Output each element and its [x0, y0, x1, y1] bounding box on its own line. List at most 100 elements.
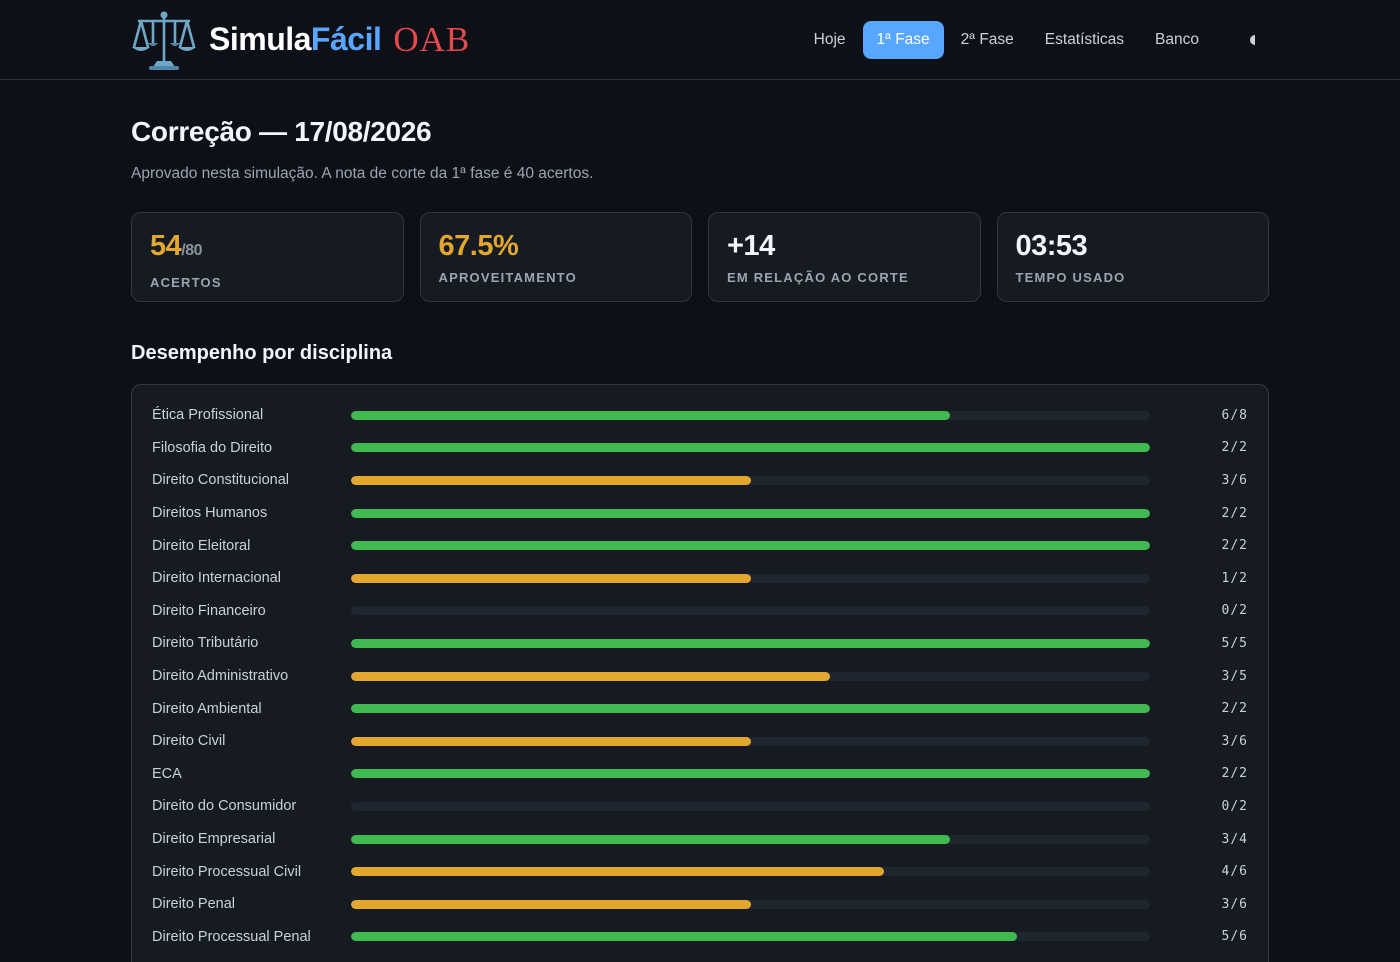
discipline-row: Direito Empresarial 3/4	[152, 823, 1248, 856]
discipline-score: 6/8	[1221, 407, 1248, 423]
discipline-name: Direito Administrativo	[152, 668, 289, 685]
discipline-progress-fill	[351, 899, 751, 909]
discipline-progress-fill	[351, 508, 1150, 518]
discipline-progress-track	[351, 671, 1150, 681]
brand-name-simula: Simula	[209, 21, 311, 57]
discipline-score: 3/5	[1221, 668, 1248, 684]
discipline-row: Direito Penal 3/6	[152, 888, 1248, 921]
section-title-desempenho: Desempenho por disciplina	[131, 342, 393, 364]
scales-of-justice-icon	[132, 11, 196, 70]
discipline-progress-fill	[351, 573, 751, 583]
discipline-name: Direito Tributário	[152, 635, 259, 652]
discipline-progress-fill	[351, 443, 1150, 453]
discipline-name: Direito Civil	[152, 733, 226, 750]
discipline-progress-fill	[351, 541, 1150, 551]
nav-estatisticas[interactable]: Estatísticas	[1031, 21, 1138, 59]
brand-name-oab: OAB	[393, 19, 471, 59]
discipline-name: Direitos Humanos	[152, 505, 268, 522]
nav-1a-fase[interactable]: 1ª Fase	[862, 20, 944, 59]
discipline-row: Direito Eleitoral 2/2	[152, 529, 1248, 562]
discipline-score: 5/6	[1221, 929, 1248, 945]
discipline-row: Direito Processual Penal 5/6	[152, 921, 1248, 954]
discipline-progress-fill	[351, 769, 1150, 779]
brand-logo[interactable]: SimulaFácil OAB	[131, 9, 470, 71]
discipline-score: 3/6	[1221, 896, 1248, 912]
page-title: Correção — 17/08/2026	[131, 116, 432, 147]
discipline-row: Direito Constitucional 3/6	[152, 464, 1248, 497]
stat-aproveitamento-value: 67.5%	[438, 230, 519, 262]
discipline-row: Direito do Consumidor 0/2	[152, 790, 1248, 823]
discipline-row: Direito Civil 3/6	[152, 725, 1248, 758]
discipline-name: Direito Internacional	[152, 570, 281, 587]
discipline-score: 5/5	[1221, 635, 1248, 651]
stat-tempo-value: 03:53	[1015, 230, 1088, 262]
discipline-row: Direito Administrativo 3/5	[152, 660, 1248, 693]
stat-acertos-value: 54/80	[150, 229, 385, 268]
discipline-score: 2/2	[1221, 505, 1248, 521]
main-nav: Hoje 1ª Fase 2ª Fase Estatísticas Banco	[797, 20, 1269, 59]
discipline-score: 2/2	[1221, 538, 1248, 554]
discipline-score: 2/2	[1221, 766, 1248, 782]
discipline-progress-fill	[351, 638, 1150, 648]
stat-acertos-label: ACERTOS	[150, 275, 222, 290]
stat-tempo-label: TEMPO USADO	[1015, 270, 1126, 285]
discipline-progress-fill	[351, 475, 751, 485]
discipline-name: Filosofia do Direito	[152, 439, 273, 456]
stat-card-corte: +14 EM RELAÇÃO AO CORTE	[708, 212, 981, 302]
stat-acertos-number: 54	[150, 230, 182, 262]
discipline-score: 1/2	[1221, 570, 1248, 586]
stats-summary: 54/80 ACERTOS 67.5% APROVEITAMENTO +14 E…	[131, 212, 1269, 302]
discipline-name: Direito Processual Civil	[152, 863, 302, 880]
discipline-progress-track	[351, 410, 1150, 420]
discipline-progress-track	[351, 508, 1150, 518]
nav-hoje[interactable]: Hoje	[800, 21, 860, 59]
stat-card-aproveitamento: 67.5% APROVEITAMENTO	[419, 212, 692, 302]
discipline-progress-track	[351, 769, 1150, 779]
discipline-progress-fill	[351, 834, 951, 844]
discipline-name: Ética Profissional	[152, 407, 264, 424]
discipline-score: 0/2	[1221, 798, 1248, 814]
discipline-progress-track	[351, 606, 1150, 616]
discipline-score: 4/6	[1221, 864, 1248, 880]
discipline-score: 0/2	[1221, 603, 1248, 619]
stat-card-acertos: 54/80 ACERTOS	[131, 212, 404, 302]
discipline-row: Direito Financeiro 0/2	[152, 595, 1248, 628]
stat-acertos-total: /80	[181, 242, 203, 259]
discipline-row: Filosofia do Direito 2/2	[152, 432, 1248, 465]
discipline-name: Direito Eleitoral	[152, 537, 251, 554]
main-content: Correção — 17/08/2026 Aprovado nesta sim…	[0, 80, 1400, 962]
theme-toggle-icon[interactable]	[1241, 28, 1265, 52]
discipline-progress-track	[351, 899, 1150, 909]
half-moon-icon	[1250, 34, 1255, 45]
stat-card-tempo: 03:53 TEMPO USADO	[996, 212, 1269, 302]
discipline-name: Direito Financeiro	[152, 602, 266, 619]
disciplinas-panel: Ética Profissional 6/8 Filosofia do Direit…	[131, 384, 1269, 962]
discipline-progress-track	[351, 932, 1150, 942]
discipline-progress-track	[351, 475, 1150, 485]
discipline-progress-track	[351, 736, 1150, 746]
discipline-progress-fill	[351, 410, 951, 420]
discipline-name: Direito Penal	[152, 896, 236, 913]
discipline-name: Direito Empresarial	[152, 831, 276, 848]
discipline-row: ECA 2/2	[152, 758, 1248, 791]
discipline-progress-track	[351, 834, 1150, 844]
discipline-progress-fill	[351, 867, 884, 877]
discipline-progress-track	[351, 704, 1150, 714]
brand-name-facil: Fácil	[310, 21, 382, 57]
stat-aproveitamento-label: APROVEITAMENTO	[438, 270, 577, 285]
nav-2a-fase[interactable]: 2ª Fase	[947, 21, 1028, 59]
discipline-progress-fill	[351, 736, 751, 746]
discipline-score: 3/4	[1221, 831, 1248, 847]
discipline-progress-track	[351, 541, 1150, 551]
nav-banco[interactable]: Banco	[1141, 21, 1213, 59]
discipline-name: Direito Ambiental	[152, 700, 262, 717]
page-subtitle: Aprovado nesta simulação. A nota de cort…	[131, 165, 594, 182]
top-navbar: SimulaFácil OAB Hoje 1ª Fase 2ª Fase Est…	[0, 0, 1400, 80]
discipline-row: Direito Internacional 1/2	[152, 562, 1248, 595]
discipline-progress-track	[351, 801, 1150, 811]
discipline-progress-track	[351, 573, 1150, 583]
stat-corte-value: +14	[727, 230, 775, 262]
discipline-row: Ética Profissional 6/8	[152, 399, 1248, 432]
discipline-progress-track	[351, 443, 1150, 453]
discipline-score: 3/6	[1221, 472, 1248, 488]
